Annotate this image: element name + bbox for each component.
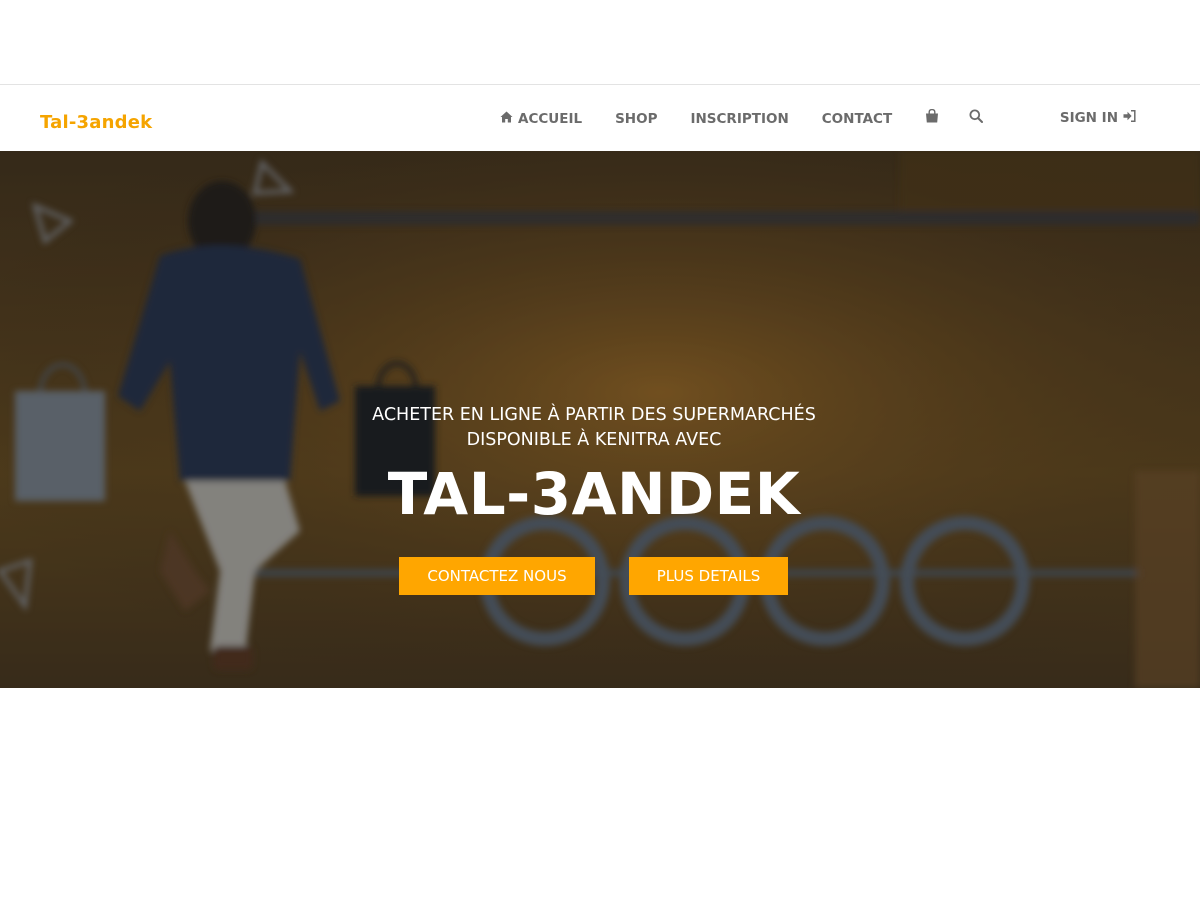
main-navbar: Tal-3andek ACCUEIL SHOP INSCRIPTION CONT… <box>0 86 1200 151</box>
cart-button[interactable] <box>925 108 939 128</box>
nav-item-label: ACCUEIL <box>518 110 583 127</box>
top-blank-area <box>0 0 1200 85</box>
nav-item-label: INSCRIPTION <box>690 110 789 127</box>
hero-content: ACHETER EN LIGNE À PARTIR DES SUPERMARCH… <box>0 151 1200 688</box>
hero-subtitle-line-2: DISPONIBLE À KENITRA AVEC <box>466 430 722 450</box>
nav-item-accueil[interactable]: ACCUEIL <box>500 111 582 127</box>
sign-in-icon <box>1118 110 1136 126</box>
search-icon <box>969 109 984 128</box>
sign-in-label: SIGN IN <box>1059 110 1118 126</box>
hero-subtitle-line-1: ACHETER EN LIGNE À PARTIR DES SUPERMARCH… <box>372 405 816 425</box>
nav-links: ACCUEIL SHOP INSCRIPTION CONTACT <box>500 86 1013 151</box>
home-icon <box>500 111 513 127</box>
sign-in-link[interactable]: SIGN IN <box>1060 110 1136 126</box>
below-hero-area <box>0 688 1200 900</box>
nav-item-label: CONTACT <box>821 110 893 127</box>
search-button[interactable] <box>969 109 984 128</box>
nav-item-label: SHOP <box>615 110 658 127</box>
more-details-button[interactable]: PLUS DETAILS <box>629 557 788 595</box>
shopping-bag-icon <box>925 108 939 128</box>
hero-section: ACHETER EN LIGNE À PARTIR DES SUPERMARCH… <box>0 151 1200 688</box>
hero-title: TAL-3ANDEK <box>387 460 801 528</box>
brand-logo[interactable]: Tal-3andek <box>40 112 152 133</box>
nav-item-contact[interactable]: CONTACT <box>822 111 892 127</box>
nav-item-inscription[interactable]: INSCRIPTION <box>690 111 788 127</box>
hero-subtitle: ACHETER EN LIGNE À PARTIR DES SUPERMARCH… <box>300 403 888 453</box>
contact-us-button[interactable]: CONTACTEZ NOUS <box>399 557 595 595</box>
nav-item-shop[interactable]: SHOP <box>615 111 657 127</box>
